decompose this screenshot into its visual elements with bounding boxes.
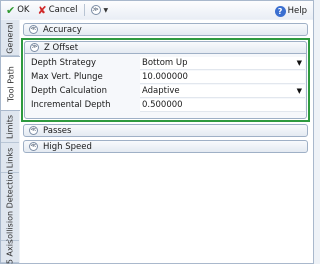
vertical-tab-strip: General Tool Path Limits Links Collision… [1,20,20,264]
tab-general[interactable]: General [1,20,19,56]
help-icon: ? [274,5,286,17]
tab-label: Links [5,147,15,168]
section-title: Z Offset [44,42,79,53]
prop-value-text: 0.500000 [142,100,183,110]
section-z-offset-header[interactable]: ≫ Z Offset [24,41,307,54]
double-chevron-icon: ≫ [30,43,39,52]
x-icon: ✘ [37,3,47,17]
dropdown-arrow-icon[interactable]: ▼ [297,57,302,70]
double-chevron-icon: ≪ [29,142,38,151]
max-vert-plunge-input[interactable]: 10.000000 [140,71,305,84]
toolbar: ✔ OK ✘ Cancel ≫ ▼ ? Help [1,1,313,19]
double-chevron-icon: ≪ [29,126,38,135]
double-chevron-icon: ≪ [29,25,38,34]
incremental-depth-input[interactable]: 0.500000 [140,99,305,112]
tab-tool-path[interactable]: Tool Path [1,56,20,111]
tab-label: Collision Detection [5,169,15,244]
tab-label: 5 Axis [5,239,15,264]
highlight-frame: ≫ Z Offset Depth Strategy Bottom Up ▼ Ma… [21,38,310,122]
section-high-speed[interactable]: ≪ High Speed [23,140,308,153]
prop-label: Depth Calculation [31,86,108,96]
check-icon: ✔ [6,3,16,17]
double-chevron-icon: ≫ [90,5,101,15]
tab-label: General [5,21,15,54]
help-button[interactable]: ? Help [273,3,309,19]
tab-links[interactable]: Links [1,143,19,173]
dropdown-arrow-icon[interactable]: ▼ [297,85,302,98]
section-accuracy[interactable]: ≪ Accuracy [23,23,308,36]
prop-row-max-vert-plunge: Max Vert. Plunge 10.000000 [28,71,305,84]
prop-value-text: 10.000000 [142,72,188,82]
section-title: Passes [43,125,72,136]
ok-label: OK [17,5,30,15]
dropdown-arrow-icon: ▼ [103,6,109,14]
prop-value-text: Adaptive [142,86,180,96]
tab-label: Tool Path [6,65,15,102]
tab-limits[interactable]: Limits [1,111,19,143]
cancel-button[interactable]: ✘ Cancel [31,2,79,18]
expand-all-button[interactable]: ≫ ▼ [89,2,111,18]
section-passes[interactable]: ≪ Passes [23,124,308,137]
tab-5-axis[interactable]: 5 Axis [1,239,19,264]
tab-collision-detection[interactable]: Collision Detection [1,169,19,244]
prop-row-depth-strategy: Depth Strategy Bottom Up ▼ [28,57,305,70]
ok-button[interactable]: ✔ OK [1,2,31,18]
prop-label: Depth Strategy [31,58,97,68]
prop-label: Max Vert. Plunge [31,72,103,82]
section-title: Accuracy [43,24,82,35]
cancel-label: Cancel [48,5,78,15]
prop-row-depth-calculation: Depth Calculation Adaptive ▼ [28,85,305,98]
prop-row-incremental-depth: Incremental Depth 0.500000 [28,99,305,112]
depth-calculation-select[interactable]: Adaptive ▼ [140,85,305,98]
depth-strategy-select[interactable]: Bottom Up ▼ [140,57,305,70]
help-label: Help [287,6,307,16]
section-z-offset: ≫ Z Offset Depth Strategy Bottom Up ▼ Ma… [24,41,307,119]
property-panel: ≪ Accuracy ≫ Z Offset Depth Strategy Bot… [20,20,313,263]
tab-label: Limits [5,114,15,139]
section-title: High Speed [43,141,92,152]
toolbar-separator [83,4,85,16]
prop-label: Incremental Depth [31,100,111,110]
prop-value-text: Bottom Up [142,58,188,68]
